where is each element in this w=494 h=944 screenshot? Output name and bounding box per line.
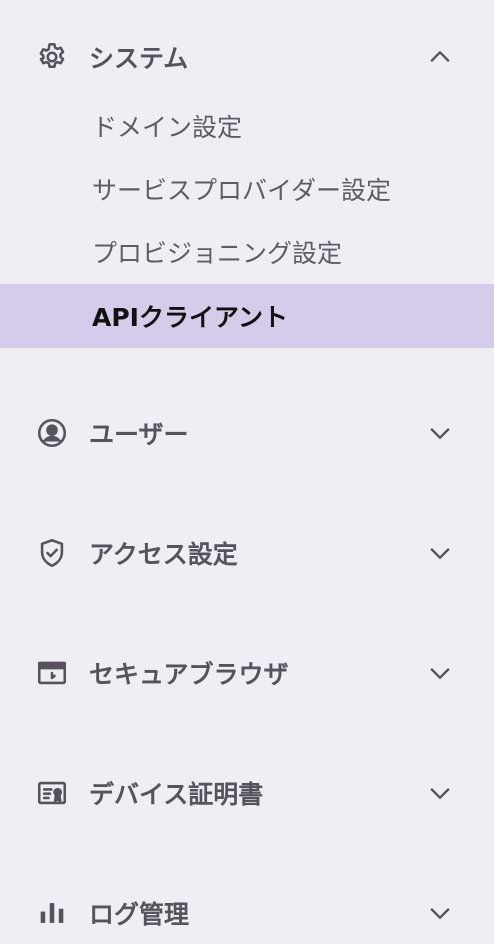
bar-chart-icon: [35, 896, 69, 930]
certificate-icon: [35, 776, 69, 810]
section-label-access-settings: アクセス設定: [89, 540, 238, 569]
section-system-header[interactable]: システム: [0, 27, 494, 87]
sidebar-item-provisioning-settings[interactable]: プロビジョニング設定: [0, 220, 494, 284]
sidebar-item-label: ドメイン設定: [92, 113, 243, 142]
section-label-secure-browser: セキュアブラウザ: [89, 660, 289, 689]
chevron-up-icon[interactable]: [426, 43, 454, 71]
gear-icon: [35, 40, 69, 74]
browser-window-icon: [35, 656, 69, 690]
section-users-header[interactable]: ユーザー: [0, 403, 494, 463]
chevron-down-icon[interactable]: [426, 419, 454, 447]
chevron-down-icon[interactable]: [426, 899, 454, 927]
section-label-log-management: ログ管理: [89, 900, 190, 929]
sidebar-item-label: サービスプロバイダー設定: [92, 176, 392, 205]
shield-check-icon: [35, 536, 69, 570]
section-device-certificate-header[interactable]: デバイス証明書: [0, 763, 494, 823]
sidebar-item-api-client[interactable]: APIクライアント: [0, 284, 494, 348]
user-circle-icon: [35, 416, 69, 450]
sidebar-item-label: APIクライアント: [92, 303, 288, 332]
section-label-device-certificate: デバイス証明書: [89, 780, 264, 809]
section-label-users: ユーザー: [89, 420, 189, 449]
sidebar-item-service-provider-settings[interactable]: サービスプロバイダー設定: [0, 157, 494, 221]
chevron-down-icon[interactable]: [426, 659, 454, 687]
sidebar-item-label: プロビジョニング設定: [92, 239, 343, 268]
chevron-down-icon[interactable]: [426, 539, 454, 567]
sidebar-item-domain-settings[interactable]: ドメイン設定: [0, 94, 494, 158]
chevron-down-icon[interactable]: [426, 779, 454, 807]
section-label-system: システム: [89, 44, 189, 73]
section-log-management-header[interactable]: ログ管理: [0, 883, 494, 943]
section-secure-browser-header[interactable]: セキュアブラウザ: [0, 643, 494, 703]
section-access-settings-header[interactable]: アクセス設定: [0, 523, 494, 583]
